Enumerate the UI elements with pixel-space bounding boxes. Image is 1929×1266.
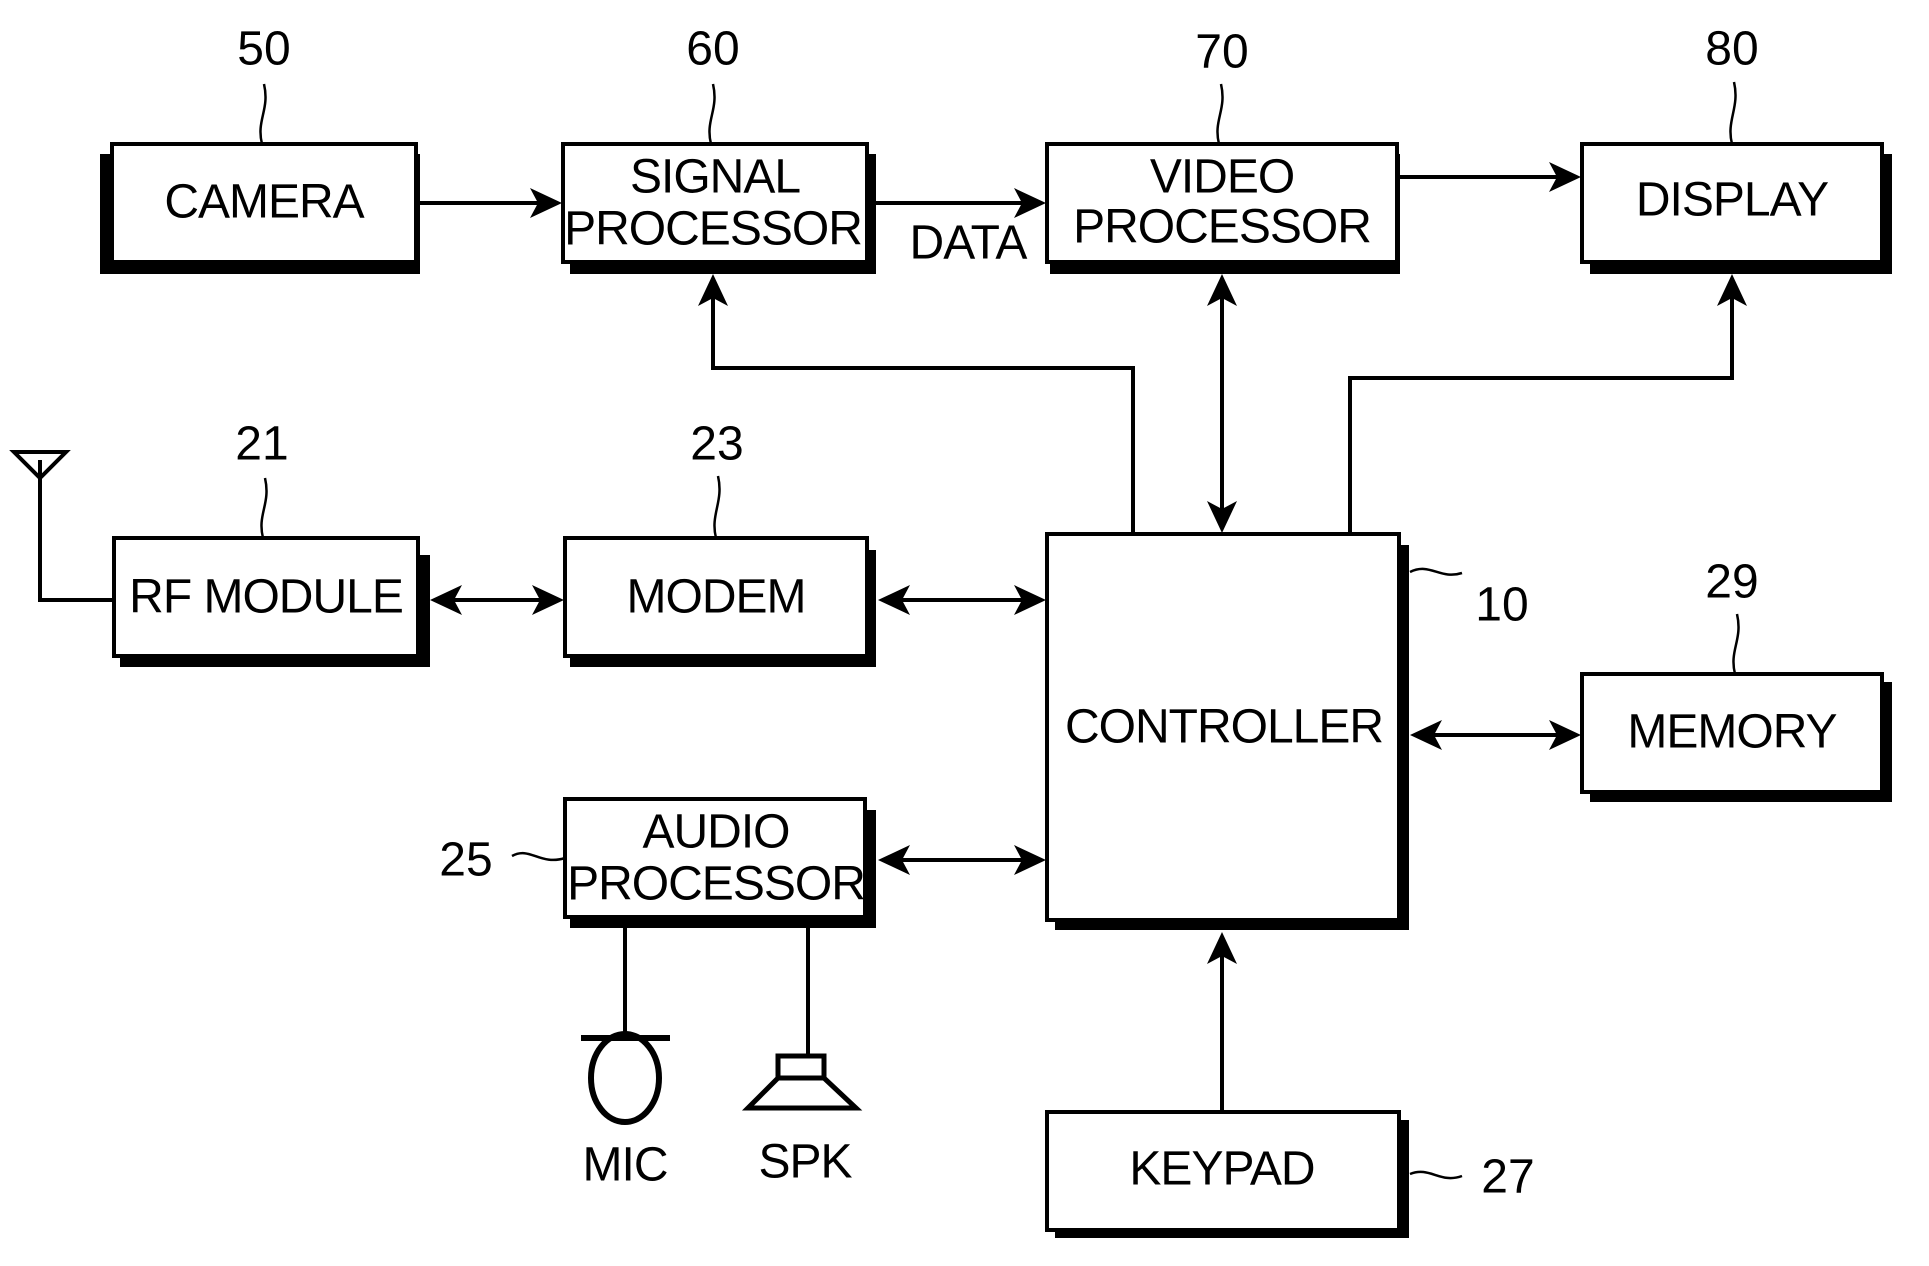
video-processor-label-line2: PROCESSOR: [1073, 201, 1371, 254]
audio-processor-block: AUDIO PROCESSOR: [563, 797, 876, 928]
modem-label: MODEM: [627, 571, 806, 624]
audio-processor-label-line2: PROCESSOR: [567, 858, 865, 911]
ref-modem: 23: [690, 418, 743, 471]
leader-signal-processor: [708, 83, 716, 145]
camera-label: CAMERA: [164, 176, 364, 229]
signal-processor-block: SIGNAL PROCESSOR: [561, 142, 876, 274]
mic-label: MIC: [583, 1139, 668, 1192]
leader-modem: [713, 475, 721, 539]
microphone-icon: [581, 1031, 670, 1125]
leader-rf-module: [260, 477, 268, 539]
leader-video-processor: [1216, 83, 1224, 145]
leader-audio-processor: [511, 851, 566, 862]
keypad-block: KEYPAD: [1045, 1110, 1409, 1238]
leader-controller: [1409, 567, 1463, 576]
edge-antenna-rf: [38, 460, 114, 602]
memory-label: MEMORY: [1627, 706, 1836, 759]
ref-memory: 29: [1705, 556, 1758, 609]
controller-block: CONTROLLER: [1045, 532, 1409, 930]
signal-processor-label-line1: SIGNAL: [630, 151, 800, 204]
spk-label: SPK: [758, 1136, 852, 1189]
video-processor-label-line1: VIDEO: [1150, 151, 1294, 204]
controller-label: CONTROLLER: [1065, 701, 1383, 754]
memory-block: MEMORY: [1580, 672, 1892, 802]
rf-module-block: RF MODULE: [112, 536, 430, 667]
audio-processor-label-line1: AUDIO: [642, 806, 789, 859]
speaker-icon: [741, 1053, 863, 1111]
leader-memory: [1732, 613, 1740, 675]
block-diagram: CAMERA SIGNAL PROCESSOR VIDEO PROCESSOR …: [9, 23, 1892, 1238]
keypad-label: KEYPAD: [1129, 1143, 1314, 1196]
ref-video-processor: 70: [1195, 26, 1248, 79]
ref-keypad: 27: [1481, 1151, 1534, 1204]
ref-camera: 50: [237, 23, 290, 76]
rf-module-label: RF MODULE: [129, 571, 403, 624]
camera-block: CAMERA: [100, 142, 420, 274]
ref-signal-processor: 60: [686, 23, 739, 76]
video-processor-block: VIDEO PROCESSOR: [1045, 142, 1400, 274]
display-block: DISPLAY: [1580, 142, 1892, 274]
leader-keypad: [1409, 1170, 1463, 1180]
leader-camera: [259, 83, 267, 145]
data-edge-label: DATA: [910, 217, 1028, 270]
edge-controller-display: [1348, 280, 1734, 534]
signal-processor-label-line2: PROCESSOR: [564, 203, 862, 256]
ref-rf-module: 21: [235, 418, 288, 471]
ref-audio-processor: 25: [439, 834, 492, 887]
leader-display: [1729, 81, 1737, 145]
modem-block: MODEM: [563, 536, 876, 667]
ref-display: 80: [1705, 23, 1758, 76]
edge-controller-signal: [711, 280, 1135, 534]
ref-controller: 10: [1475, 579, 1528, 632]
display-label: DISPLAY: [1636, 174, 1828, 227]
